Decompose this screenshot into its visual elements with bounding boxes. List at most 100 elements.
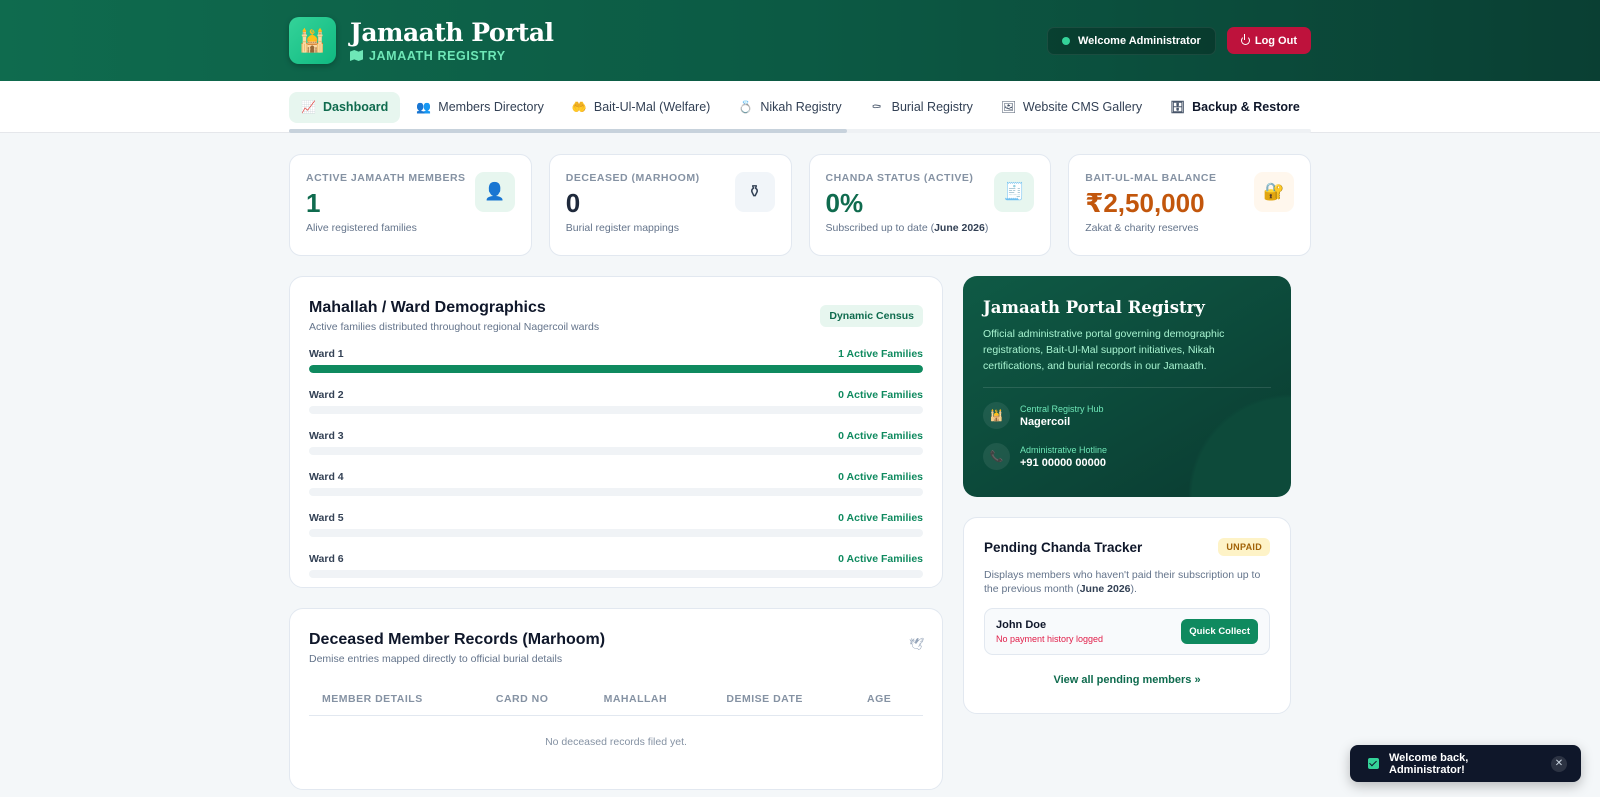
stat-note-pre: Subscribed up to date ( [825, 222, 935, 234]
ward-bar-fill [309, 365, 923, 373]
column-header: AGE [854, 683, 923, 716]
card-title: Deceased Member Records (Marhoom) [309, 631, 606, 648]
ward-row: Ward 4 0 Active Families [309, 471, 923, 496]
logout-button[interactable]: Log Out [1226, 27, 1311, 54]
stat-chanda-status: CHANDA STATUS (ACTIVE) 0% Subscribed up … [808, 154, 1052, 256]
hand-coins-icon: 🤲 [571, 100, 587, 114]
app-title: Jamaath Portal [350, 17, 554, 47]
stat-active-members: ACTIVE JAMAATH MEMBERS 1 Alive registere… [289, 154, 532, 256]
ward-bar-track [309, 488, 923, 496]
info-value: Nagercoil [1020, 415, 1071, 428]
dynamic-census-badge: Dynamic Census [820, 305, 923, 327]
logout-label: Log Out [1254, 34, 1297, 47]
column-header: MAHALLAH [590, 683, 714, 716]
ward-bar-track [309, 529, 923, 537]
online-status-icon [1061, 36, 1070, 45]
tab-bait-ul-mal[interactable]: 🤲 Bait-Ul-Mal (Welfare) [560, 92, 722, 123]
mosque-icon: 🕌 [289, 17, 336, 64]
images-icon: 🖼 [1000, 100, 1017, 114]
check-icon [1368, 758, 1379, 769]
ward-name: Ward 3 [309, 430, 344, 442]
map-icon [350, 50, 363, 61]
nav-scrollbar[interactable] [289, 129, 1311, 133]
info-label: Central Registry Hub [1020, 403, 1104, 414]
ward-list: Ward 1 1 Active Families Ward 2 0 Active F… [309, 348, 923, 578]
info-title: Jamaath Portal Registry [983, 298, 1205, 317]
ward-count: 1 Active Families [838, 348, 923, 360]
stat-bait-ul-mal-balance: BAIT-UL-MAL BALANCE ₹2,50,000 Zakat & ch… [1068, 154, 1311, 256]
info-label: Administrative Hotline [1020, 444, 1108, 455]
admin-hotline[interactable]: 📞 Administrative Hotline +91 00000 00000 [983, 443, 1271, 470]
tab-members-directory[interactable]: 👥 Members Directory [404, 92, 556, 123]
ward-name: Ward 1 [309, 348, 344, 360]
welcome-badge: Welcome Administrator [1046, 26, 1216, 55]
ward-count: 0 Active Families [838, 389, 923, 401]
member-name: John Doe [996, 619, 1047, 631]
view-all-pending-link[interactable]: View all pending members » [984, 674, 1270, 686]
deceased-table: MEMBER DETAILS CARD NO MAHALLAH DEMISE D… [309, 683, 923, 768]
vault-icon: 🔐 [1254, 172, 1294, 212]
tab-label: Website CMS Gallery [1022, 100, 1143, 114]
ward-bar-track [309, 570, 923, 578]
receipt-icon: 🧾 [994, 172, 1035, 212]
tab-website-cms-gallery[interactable]: 🖼 Website CMS Gallery [989, 92, 1154, 123]
stat-note: Subscribed up to date (June 2026) [826, 222, 1035, 234]
close-icon[interactable]: ✕ [1551, 755, 1567, 772]
empty-state: No deceased records filed yet. [545, 736, 687, 748]
ward-count: 0 Active Families [838, 430, 923, 442]
column-header: MEMBER DETAILS [309, 683, 483, 716]
mosque-icon: 🕌 [983, 402, 1010, 429]
nav-scrollbar-thumb[interactable] [289, 129, 847, 133]
pending-description: Displays members who haven't paid their … [984, 568, 1270, 596]
ring-icon: 💍 [738, 100, 754, 114]
ward-name: Ward 6 [309, 553, 344, 565]
tombstone-icon: ⚰ [871, 100, 882, 114]
welcome-toast: Welcome back, Administrator! ✕ [1350, 745, 1581, 782]
stat-note-month: June 2026 [934, 222, 985, 234]
quick-collect-button[interactable]: Quick Collect [1181, 619, 1258, 644]
card-subtitle: Active families distributed throughout r… [309, 321, 600, 333]
tab-nikah-registry[interactable]: 💍 Nikah Registry [726, 92, 853, 123]
ward-row: Ward 2 0 Active Families [309, 389, 923, 414]
welcome-text: Welcome Administrator [1077, 34, 1201, 47]
tab-label: Burial Registry [891, 100, 973, 114]
ward-name: Ward 5 [309, 512, 344, 524]
users-icon: 👥 [416, 100, 432, 114]
unpaid-badge: UNPAID [1218, 538, 1270, 556]
tab-label: Bait-Ul-Mal (Welfare) [593, 100, 711, 114]
ward-row: Ward 6 0 Active Families [309, 553, 923, 578]
desc-month: June 2026 [1079, 583, 1131, 595]
column-header: DEMISE DATE [713, 683, 854, 716]
ward-row: Ward 1 1 Active Families [309, 348, 923, 373]
dashboard-content: ACTIVE JAMAATH MEMBERS 1 Alive registere… [289, 133, 1311, 790]
pending-member-row: John Doe No payment history logged Quick… [984, 608, 1270, 655]
tab-label: Members Directory [438, 100, 544, 114]
ward-name: Ward 2 [309, 389, 344, 401]
stats-row: ACTIVE JAMAATH MEMBERS 1 Alive registere… [289, 154, 1311, 256]
tab-backup-restore[interactable]: 🗄 Backup & Restore [1158, 92, 1312, 123]
main-nav: 📈 Dashboard 👥 Members Directory 🤲 Bait-U… [0, 81, 1600, 133]
member-status: No payment history logged [996, 634, 1104, 644]
card-title: Mahallah / Ward Demographics [309, 299, 546, 316]
tab-label: Dashboard [323, 100, 389, 114]
ward-name: Ward 4 [309, 471, 344, 483]
tab-burial-registry[interactable]: ⚰ Burial Registry [858, 92, 985, 123]
deceased-records-card: Deceased Member Records (Marhoom) Demise… [289, 608, 943, 790]
stat-note: Burial register mappings [565, 222, 679, 234]
phone-icon: 📞 [983, 443, 1010, 470]
ward-row: Ward 5 0 Active Families [309, 512, 923, 537]
info-description: Official administrative portal governing… [983, 328, 1225, 372]
ward-bar-track [309, 447, 923, 455]
stat-deceased: DECEASED (MARHOOM) 0 Burial register map… [548, 154, 792, 256]
tab-dashboard[interactable]: 📈 Dashboard [289, 91, 401, 123]
card-subtitle: Demise entries mapped directly to offici… [309, 653, 563, 665]
stat-note: Alive registered families [306, 222, 417, 234]
ward-bar-track [309, 365, 923, 373]
power-icon [1240, 34, 1250, 45]
portal-info-card: Jamaath Portal Registry Official adminis… [963, 276, 1291, 497]
stat-note: Zakat & charity reserves [1085, 222, 1199, 234]
chart-line-icon: 📈 [301, 100, 316, 114]
brand[interactable]: 🕌 Jamaath Portal JAMAATH REGISTRY [289, 17, 554, 64]
app-subtitle: JAMAATH REGISTRY [369, 48, 506, 63]
tombstone-icon: ⚱ [734, 172, 775, 212]
